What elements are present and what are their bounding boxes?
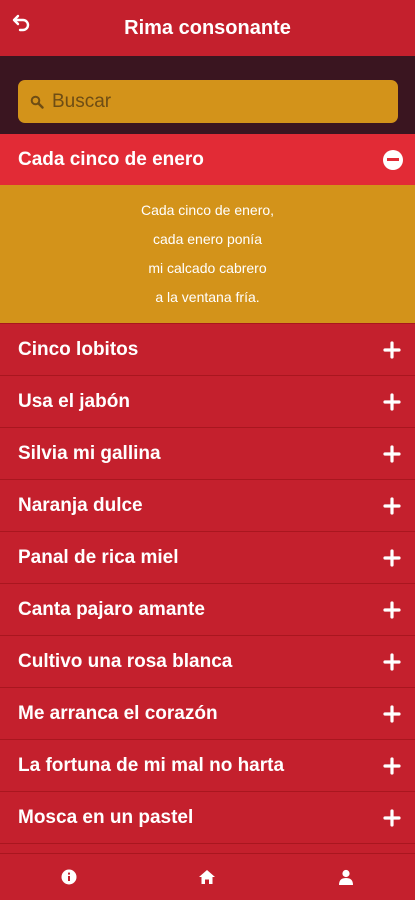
plus-icon[interactable]: [381, 443, 403, 465]
plus-icon[interactable]: [381, 495, 403, 517]
plus-icon[interactable]: [381, 391, 403, 413]
list-item[interactable]: La fortuna de mi mal no harta: [0, 740, 415, 792]
list-item-title: Canta pajaro amante: [18, 598, 205, 620]
plus-icon[interactable]: [381, 339, 403, 361]
home-icon[interactable]: [192, 862, 222, 892]
search-icon: [30, 95, 44, 109]
rhyme-list: Cada cinco de enero Cada cinco de enero,…: [0, 134, 415, 844]
info-icon[interactable]: [54, 862, 84, 892]
poem-line: a la ventana fría.: [155, 289, 260, 305]
minus-icon[interactable]: [383, 149, 403, 170]
list-item[interactable]: Panal de rica miel: [0, 532, 415, 584]
plus-icon[interactable]: [381, 807, 403, 829]
list-item-title: Cada cinco de enero: [18, 148, 204, 170]
plus-icon[interactable]: [381, 651, 403, 673]
list-item-title: Usa el jabón: [18, 390, 130, 412]
list-item-expanded[interactable]: Cada cinco de enero: [0, 134, 415, 185]
page-title: Rima consonante: [124, 16, 291, 39]
app-bar: Rima consonante: [0, 0, 415, 56]
poem-panel: Cada cinco de enero, cada enero ponía mi…: [0, 185, 415, 324]
poem-line: cada enero ponía: [153, 231, 262, 247]
search-input[interactable]: [52, 90, 372, 113]
list-item-title: Mosca en un pastel: [18, 806, 194, 828]
list-item-title: Panal de rica miel: [18, 546, 179, 568]
search-bar[interactable]: [18, 80, 398, 123]
list-item-title: Naranja dulce: [18, 494, 143, 516]
list-item[interactable]: Me arranca el corazón: [0, 688, 415, 740]
user-icon[interactable]: [331, 862, 361, 892]
list-item[interactable]: Cinco lobitos: [0, 324, 415, 376]
plus-icon[interactable]: [381, 599, 403, 621]
list-item-title: Cinco lobitos: [18, 338, 139, 360]
plus-icon[interactable]: [381, 755, 403, 777]
list-item[interactable]: Usa el jabón: [0, 376, 415, 428]
list-item-title: Cultivo una rosa blanca: [18, 650, 233, 672]
list-item-title: La fortuna de mi mal no harta: [18, 754, 285, 776]
list-item[interactable]: Naranja dulce: [0, 480, 415, 532]
back-arrow-icon[interactable]: [10, 11, 34, 35]
poem-line: mi calcado cabrero: [148, 260, 267, 276]
list-item-title: Me arranca el corazón: [18, 702, 218, 724]
list-item-title: Silvia mi gallina: [18, 442, 161, 464]
bottom-nav: [0, 853, 415, 900]
list-item[interactable]: Canta pajaro amante: [0, 584, 415, 636]
list-item[interactable]: Mosca en un pastel: [0, 792, 415, 844]
list-item[interactable]: Silvia mi gallina: [0, 428, 415, 480]
list-item[interactable]: Cultivo una rosa blanca: [0, 636, 415, 688]
plus-icon[interactable]: [381, 547, 403, 569]
plus-icon[interactable]: [381, 703, 403, 725]
poem-line: Cada cinco de enero,: [140, 202, 275, 218]
